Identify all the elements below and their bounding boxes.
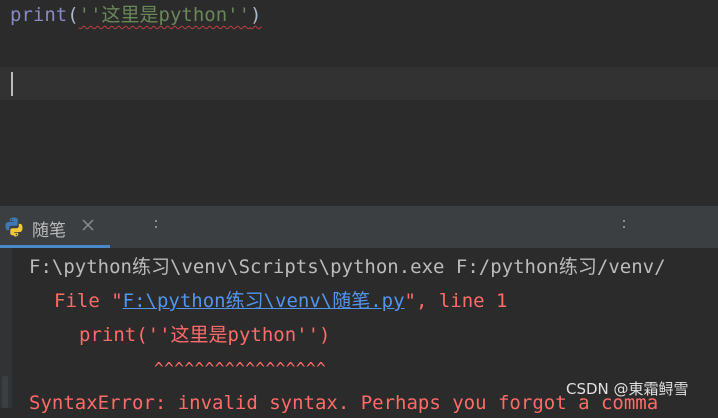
divider-dot — [623, 226, 625, 228]
code-close-paren: ) — [250, 4, 262, 26]
divider-dot — [623, 220, 625, 222]
editor-bottom-area — [0, 166, 718, 206]
file-link[interactable]: F:\python练习\venv\随笔.py — [123, 290, 405, 312]
console-line-source: print(''这里是python'') — [79, 324, 331, 346]
console-line-file: File "F:\python练习\venv\随笔.py", line 1 — [54, 286, 508, 316]
file-suffix: ", line 1 — [404, 290, 508, 312]
scrollbar-thumb[interactable] — [2, 376, 8, 408]
tab-label: 随笔 — [32, 221, 66, 241]
file-prefix: File " — [54, 290, 123, 312]
code-open-paren: ( — [67, 4, 79, 26]
console-line-command: F:\python练习\venv\Scripts\python.exe F:/p… — [29, 256, 666, 278]
tab-run-config[interactable]: 随笔 — [0, 206, 110, 248]
run-tool-window-header: 随笔 — [0, 206, 718, 248]
close-icon[interactable] — [80, 217, 96, 233]
code-string-literal: ''这里是python'' — [78, 4, 251, 26]
divider-dot — [155, 220, 157, 222]
divider-dot — [155, 226, 157, 228]
text-caret — [11, 72, 13, 96]
console-gutter — [0, 248, 12, 408]
current-line-highlight — [0, 67, 718, 100]
code-keyword-print: print — [10, 4, 68, 26]
python-icon — [5, 217, 23, 237]
console-line-error: SyntaxError: invalid syntax. Perhaps you… — [29, 392, 659, 414]
code-line-1[interactable]: print(''这里是python'') — [10, 0, 262, 30]
code-editor[interactable]: print(''这里是python'') — [0, 0, 718, 166]
watermark: CSDN @東霜鲟雪 — [566, 380, 689, 398]
console-line-caret-marker: ^^^^^^^^^^^^^^^^^ — [154, 359, 327, 378]
